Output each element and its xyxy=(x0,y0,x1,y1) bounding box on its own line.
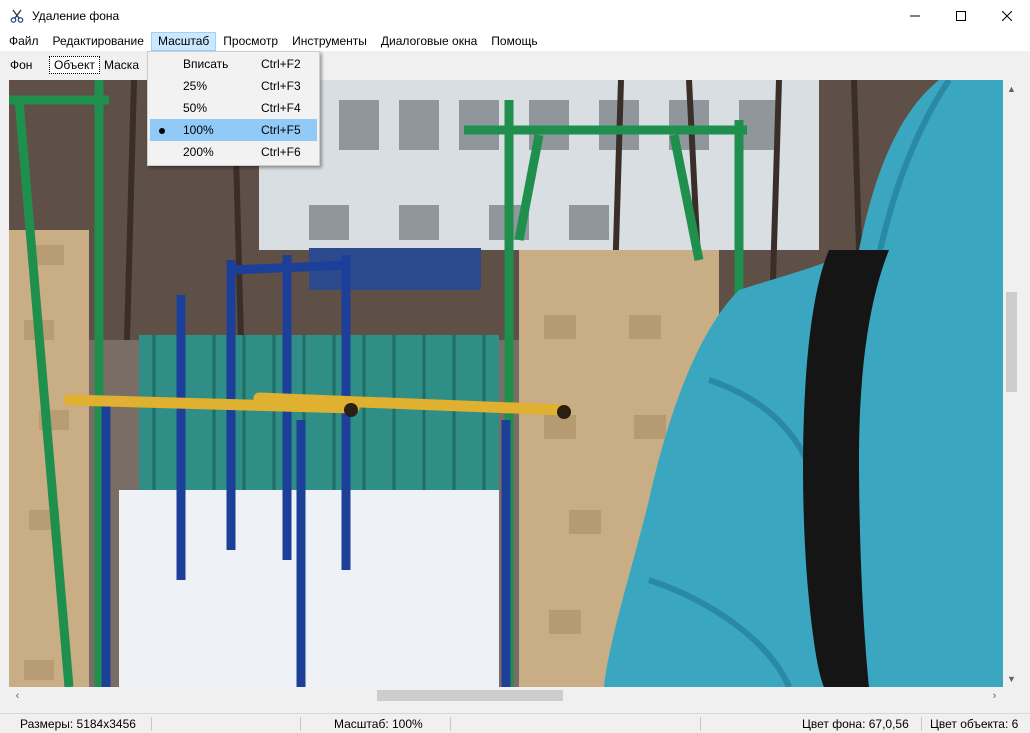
scissors-icon xyxy=(10,9,24,23)
zoom-item-shortcut: Ctrl+F5 xyxy=(261,123,301,137)
status-bg-color: Цвет фона: 67,0,56 xyxy=(802,717,909,731)
menu-bar: Файл Редактирование Масштаб Просмотр Инс… xyxy=(0,31,1030,51)
title-bar: Удаление фона xyxy=(0,0,1030,31)
zoom-dropdown-menu: Вписать Ctrl+F2 25% Ctrl+F3 50% Ctrl+F4 … xyxy=(147,51,320,166)
zoom-100-item[interactable]: 100% Ctrl+F5 xyxy=(150,119,317,141)
zoom-item-label: 25% xyxy=(183,79,208,93)
menu-file[interactable]: Файл xyxy=(2,32,46,51)
radio-bullet-icon xyxy=(159,128,165,134)
status-divider xyxy=(300,717,301,731)
menu-zoom[interactable]: Масштаб xyxy=(150,31,217,51)
image-canvas[interactable] xyxy=(9,80,1003,687)
menu-tools[interactable]: Инструменты xyxy=(285,32,374,51)
vertical-scrollbar[interactable]: ▲ ▼ xyxy=(1003,80,1020,687)
status-divider xyxy=(450,717,451,731)
zoom-50-item[interactable]: 50% Ctrl+F4 xyxy=(150,97,317,119)
close-button[interactable] xyxy=(984,0,1030,31)
zoom-item-shortcut: Ctrl+F3 xyxy=(261,79,301,93)
zoom-200-item[interactable]: 200% Ctrl+F6 xyxy=(150,141,317,163)
menu-edit[interactable]: Редактирование xyxy=(46,32,151,51)
zoom-item-shortcut: Ctrl+F2 xyxy=(261,57,301,71)
zoom-item-label: 100% xyxy=(183,123,214,137)
maximize-button[interactable] xyxy=(938,0,984,31)
zoom-item-label: 50% xyxy=(183,101,208,115)
zoom-item-shortcut: Ctrl+F4 xyxy=(261,101,301,115)
scroll-right-arrow-icon[interactable]: › xyxy=(986,687,1003,704)
status-size: Размеры: 5184x3456 xyxy=(20,717,136,731)
status-divider xyxy=(700,717,701,731)
horizontal-scroll-thumb[interactable] xyxy=(377,690,563,701)
maximize-icon xyxy=(956,10,966,21)
scroll-down-arrow-icon[interactable]: ▼ xyxy=(1003,670,1020,687)
close-icon xyxy=(1002,10,1012,21)
menu-dialogs[interactable]: Диалоговые окна xyxy=(374,32,484,51)
menu-help[interactable]: Помощь xyxy=(484,32,544,51)
photo-preview xyxy=(9,80,1003,687)
scroll-left-arrow-icon[interactable]: ‹ xyxy=(9,687,26,704)
vertical-scroll-thumb[interactable] xyxy=(1006,292,1017,392)
status-bar: Размеры: 5184x3456 Масштаб: 100% Цвет фо… xyxy=(0,713,1030,733)
tab-object[interactable]: Объект xyxy=(49,56,100,74)
zoom-fit-item[interactable]: Вписать Ctrl+F2 xyxy=(150,53,317,75)
menu-view[interactable]: Просмотр xyxy=(216,32,285,51)
minimize-button[interactable] xyxy=(892,0,938,31)
scroll-up-arrow-icon[interactable]: ▲ xyxy=(1003,80,1020,97)
zoom-item-shortcut: Ctrl+F6 xyxy=(261,145,301,159)
status-divider xyxy=(921,717,922,731)
status-zoom: Масштаб: 100% xyxy=(334,717,423,731)
window-title: Удаление фона xyxy=(32,8,120,23)
minimize-icon xyxy=(910,15,920,16)
tab-background[interactable]: Фон xyxy=(6,56,36,74)
status-divider xyxy=(151,717,152,731)
zoom-25-item[interactable]: 25% Ctrl+F3 xyxy=(150,75,317,97)
horizontal-scrollbar[interactable]: ‹ › xyxy=(9,687,1003,704)
status-obj-color: Цвет объекта: 6 xyxy=(930,717,1019,731)
tab-mask[interactable]: Маска xyxy=(100,56,143,74)
zoom-item-label: 200% xyxy=(183,145,214,159)
zoom-item-label: Вписать xyxy=(183,57,229,71)
scrollbar-corner xyxy=(1003,687,1020,704)
